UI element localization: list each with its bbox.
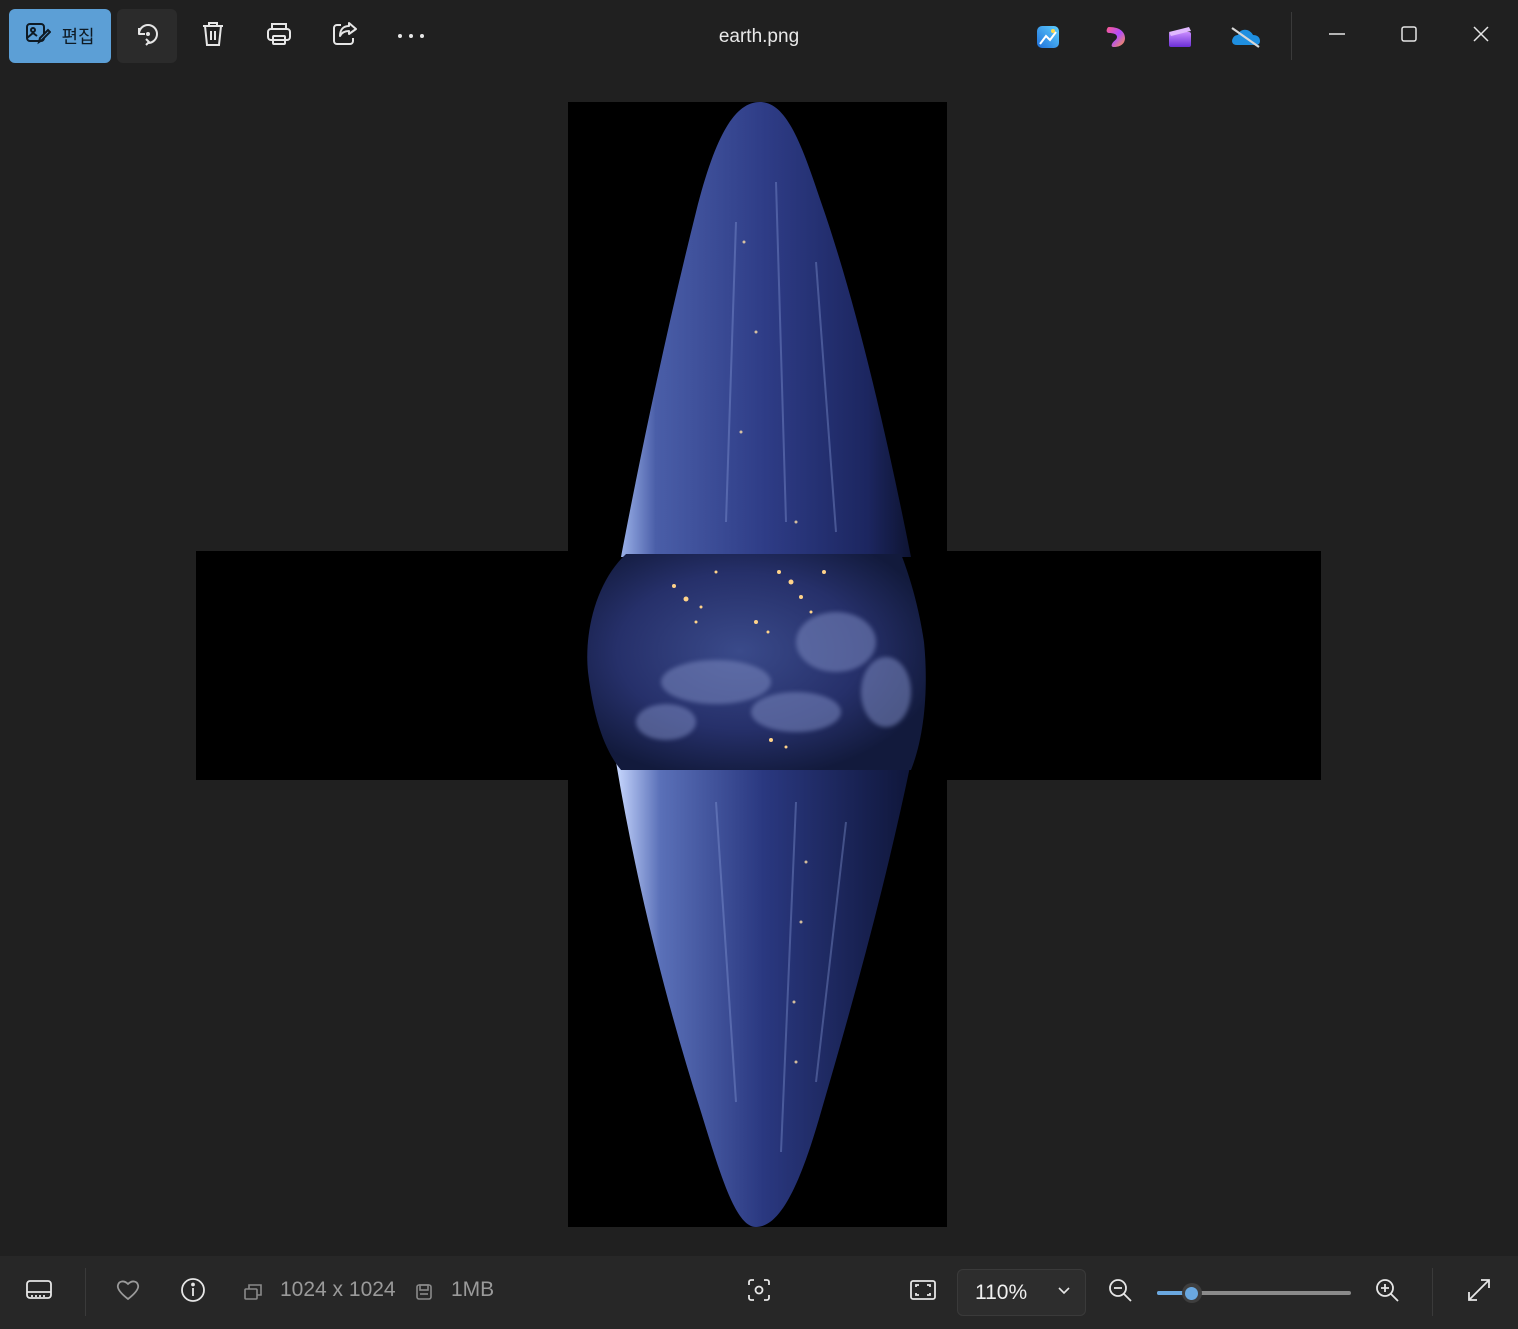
zoom-in-button[interactable] [1367, 1272, 1407, 1312]
copilot-app-icon[interactable] [1098, 20, 1132, 54]
rotate-button[interactable] [117, 9, 177, 63]
zoom-out-button[interactable] [1100, 1272, 1140, 1312]
zoom-level-dropdown[interactable]: 110% [957, 1269, 1086, 1316]
bottom-bar: 1024 x 1024 1MB 110% [0, 1256, 1518, 1329]
close-icon [1472, 25, 1490, 48]
edit-button[interactable]: 편집 [9, 9, 111, 63]
zoom-out-icon [1107, 1277, 1133, 1308]
filmstrip-button[interactable] [19, 1272, 59, 1312]
edit-image-icon [25, 20, 52, 52]
favorite-button[interactable] [108, 1272, 148, 1312]
file-size: 1MB [451, 1278, 495, 1301]
visual-search-button[interactable] [739, 1272, 779, 1312]
title-separator [1291, 12, 1292, 60]
file-size-icon [404, 1272, 444, 1312]
close-button[interactable] [1458, 14, 1504, 58]
image-canvas[interactable] [0, 74, 1518, 1256]
fullscreen-button[interactable] [1459, 1272, 1499, 1312]
zoom-in-icon [1374, 1277, 1400, 1308]
chevron-down-icon [1057, 1283, 1071, 1302]
clipchamp-app-icon[interactable] [1163, 20, 1197, 54]
fit-to-window-button[interactable] [903, 1272, 943, 1312]
minimize-icon [1328, 25, 1346, 48]
maximize-button[interactable] [1386, 14, 1432, 58]
dimensions-icon [233, 1272, 273, 1312]
rotate-icon [133, 20, 161, 53]
visual-search-icon [746, 1277, 772, 1308]
share-icon [331, 21, 359, 52]
onedrive-icon[interactable] [1229, 20, 1263, 54]
zoom-slider-thumb[interactable] [1181, 1283, 1202, 1303]
photos-app-icon[interactable] [1031, 20, 1065, 54]
fit-window-icon [909, 1278, 937, 1307]
edit-label: 편집 [61, 27, 95, 48]
filmstrip-icon [25, 1278, 53, 1307]
more-options-button[interactable] [381, 9, 441, 63]
image-dimensions: 1024 x 1024 [280, 1278, 396, 1301]
info-icon [180, 1277, 206, 1308]
more-icon [396, 27, 426, 45]
maximize-icon [1400, 25, 1418, 48]
zoom-level-value: 110% [975, 1281, 1028, 1304]
print-icon [265, 21, 293, 52]
bottom-separator-right [1432, 1268, 1433, 1316]
expand-icon [1466, 1277, 1492, 1308]
print-button[interactable] [249, 9, 309, 63]
share-button[interactable] [315, 9, 375, 63]
bottom-separator-left [85, 1268, 86, 1316]
title-bar: 편집 earth.png [0, 0, 1518, 74]
delete-button[interactable] [183, 9, 243, 63]
displayed-image[interactable] [196, 102, 1321, 1227]
trash-icon [200, 20, 226, 53]
info-button[interactable] [173, 1272, 213, 1312]
heart-icon [115, 1278, 141, 1307]
minimize-button[interactable] [1314, 14, 1360, 58]
earth-image [196, 102, 1321, 1227]
